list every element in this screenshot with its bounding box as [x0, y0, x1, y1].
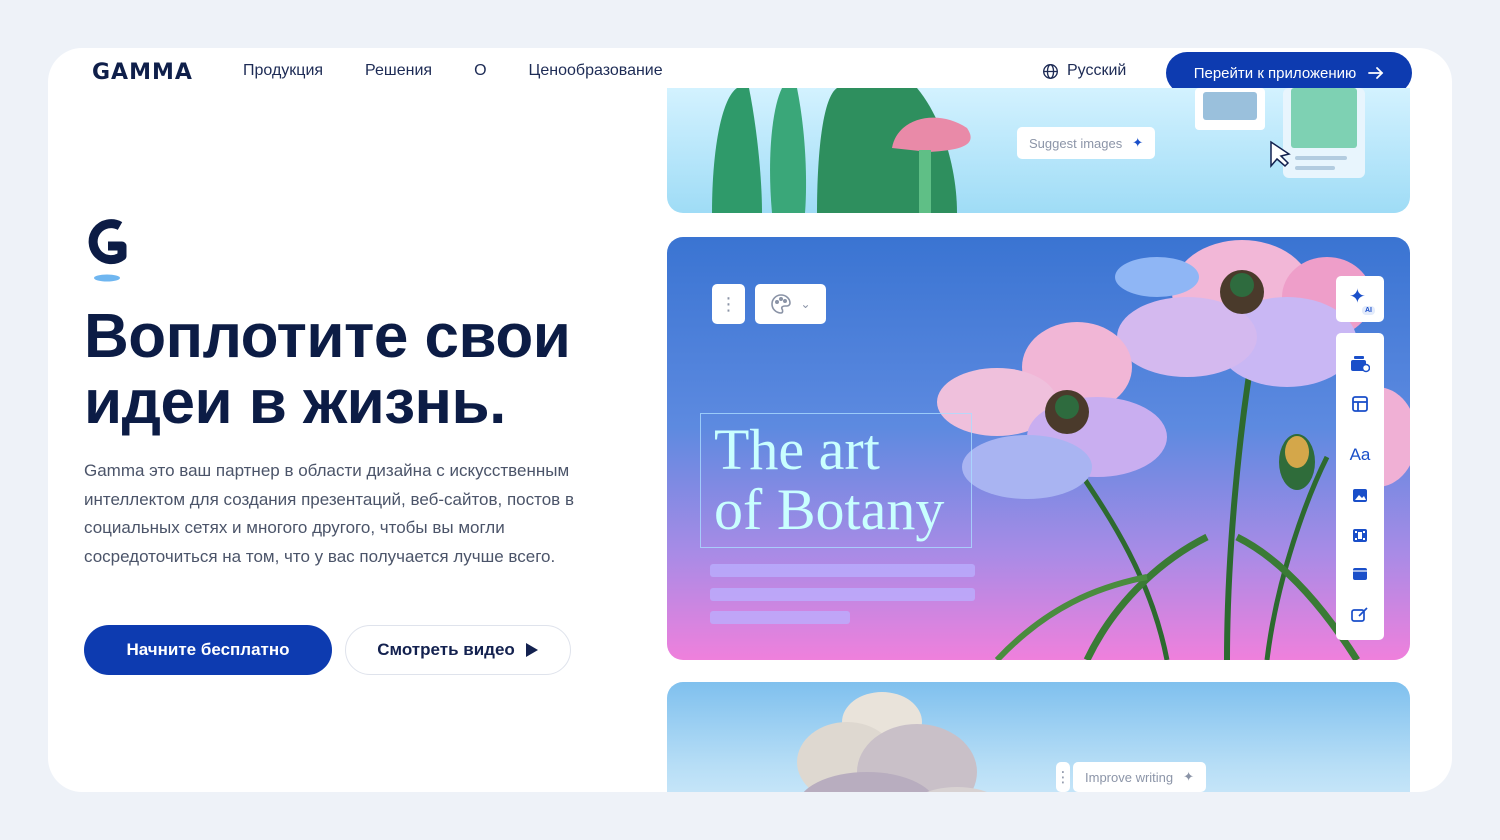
art-title-line-2: of Botany: [714, 477, 945, 542]
placeholder-text-line: [710, 611, 850, 624]
vertical-dots-icon: ⋮: [719, 294, 738, 314]
placeholder-text-line: [710, 564, 975, 577]
block-icon[interactable]: [1349, 563, 1371, 585]
cards-icon[interactable]: [1349, 353, 1371, 375]
preview-card-bottom: [667, 682, 1410, 792]
placeholder-text-line: [710, 588, 975, 601]
watch-video-button[interactable]: Смотреть видео: [345, 625, 571, 675]
layout-icon[interactable]: [1349, 393, 1371, 415]
sparkle-icon: ✦: [1183, 769, 1195, 784]
more-options-button[interactable]: ⋮: [712, 284, 745, 324]
play-icon: [525, 643, 538, 657]
palette-icon: [771, 294, 792, 314]
suggest-images-button[interactable]: Suggest images ✦: [1017, 127, 1156, 159]
go-to-app-label: Перейти к приложению: [1193, 64, 1357, 82]
more-options-button[interactable]: ⋮: [1055, 762, 1071, 792]
sparkle-icon: ✦: [1349, 286, 1366, 308]
arrow-right-icon: [1368, 67, 1384, 79]
hero-title-line-1: Воплотите свои: [84, 302, 571, 371]
hero-title: Воплотите свои идеи в жизнь.: [84, 304, 644, 436]
art-title-line-1: The art: [714, 417, 880, 482]
video-icon[interactable]: [1349, 524, 1371, 546]
language-label: Русский: [1067, 62, 1127, 79]
nav-item-solutions[interactable]: Решения: [365, 62, 432, 80]
main-nav: Продукция Решения О Ценообразование: [243, 62, 663, 80]
ai-badge: AI: [1362, 306, 1375, 315]
ai-tool-button[interactable]: ✦ AI: [1336, 276, 1384, 322]
improve-writing-label: Improve writing: [1085, 769, 1174, 785]
start-free-button[interactable]: Начните бесплатно: [84, 625, 332, 675]
suggest-images-label: Suggest images: [1029, 135, 1123, 151]
page-frame: GAMMA Продукция Решения О Ценообразовани…: [48, 48, 1452, 792]
art-title[interactable]: The art of Botany: [714, 420, 1014, 540]
image-icon[interactable]: [1349, 484, 1371, 506]
edit-icon[interactable]: [1349, 603, 1371, 625]
language-selector[interactable]: Русский: [1042, 62, 1126, 80]
hero-description: Gamma это ваш партнер в области дизайна …: [84, 461, 574, 566]
nav-item-about[interactable]: О: [474, 62, 486, 80]
improve-writing-button[interactable]: Improve writing ✦: [1073, 762, 1207, 792]
text-icon[interactable]: Aa: [1349, 444, 1371, 466]
nav-item-products[interactable]: Продукция: [243, 62, 323, 80]
gamma-logo[interactable]: GAMMA: [92, 60, 193, 85]
hero-title-line-2: идеи в жизнь.: [84, 368, 506, 437]
sparkle-icon: ✦: [1132, 135, 1144, 150]
chevron-down-icon: ⌄: [800, 297, 811, 311]
cloud-illustration: [797, 692, 987, 792]
gamma-g-icon: [88, 219, 127, 282]
theme-dropdown[interactable]: ⌄: [755, 284, 826, 324]
globe-icon: [1043, 63, 1058, 79]
nav-item-pricing[interactable]: Ценообразование: [529, 62, 663, 80]
vertical-dots-icon: ⋮: [1055, 769, 1071, 786]
watch-video-label: Смотреть видео: [377, 640, 515, 659]
